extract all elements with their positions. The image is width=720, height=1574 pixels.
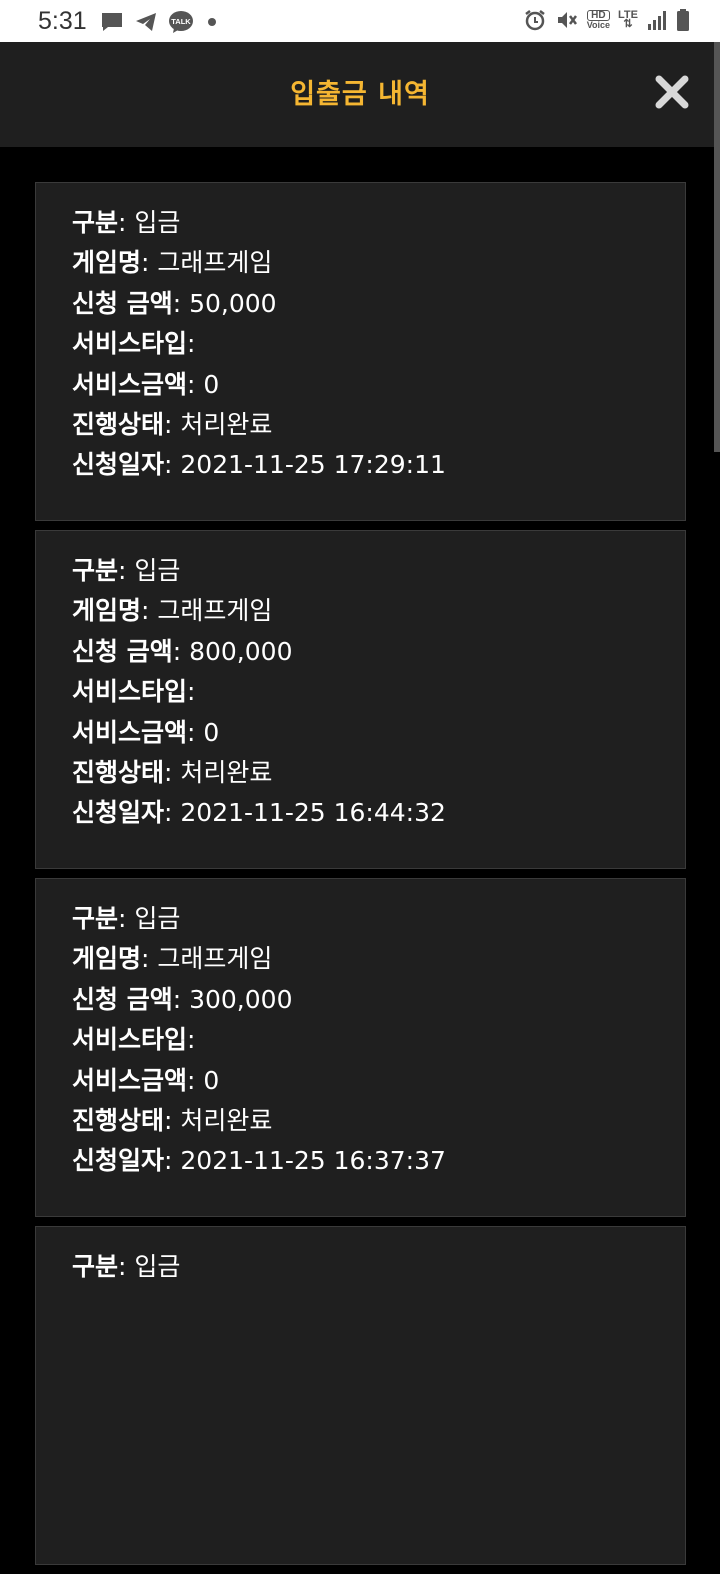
type-row: 구분: 입금 (72, 904, 181, 933)
type-row: 구분: 입금 (72, 1252, 181, 1281)
service-amount-row: 서비스금액: 0 (72, 1065, 220, 1095)
service-amount-row: 서비스금액: 0 (72, 369, 220, 399)
type-row: 구분: 입금 (72, 556, 181, 585)
service-type-row: 서비스타입: (72, 677, 196, 707)
dot-icon (204, 11, 220, 33)
hd-voice-icon: HD Voice (586, 10, 611, 30)
transaction-card: 구분: 입금 게임명: 그래프게임 신청 금액: 800,000 서비스타입: … (35, 530, 686, 869)
status-row: 진행상태: 처리완료 (72, 757, 273, 787)
message-icon (100, 11, 124, 33)
date-row: 신청일자: 2021-11-25 17:29:11 (72, 450, 446, 480)
mute-icon (555, 8, 579, 32)
page-title: 입출금 내역 (290, 79, 430, 110)
scrollbar-thumb[interactable] (714, 42, 720, 452)
status-row: 진행상태: 처리완료 (72, 409, 273, 439)
service-amount-row: 서비스금액: 0 (72, 717, 220, 747)
telegram-icon (134, 11, 158, 33)
transaction-card: 구분: 입금 (35, 1226, 686, 1565)
kakao-label: TALK (171, 17, 191, 26)
alarm-icon (523, 8, 547, 32)
kakaotalk-icon: TALK (168, 10, 194, 34)
status-row: 진행상태: 처리완료 (72, 1105, 273, 1135)
lte-icon: LTE ⇅ (618, 9, 638, 30)
transaction-card: 구분: 입금 게임명: 그래프게임 신청 금액: 300,000 서비스타입: … (35, 878, 686, 1217)
signal-icon (646, 9, 668, 31)
service-type-row: 서비스타입: (72, 1025, 196, 1055)
close-button[interactable] (652, 72, 692, 112)
type-row: 구분: 입금 (72, 208, 181, 237)
transaction-list: 구분: 입금 게임명: 그래프게임 신청 금액: 50,000 서비스타입: 서… (35, 182, 686, 1574)
game-row: 게임명: 그래프게임 (72, 596, 273, 626)
battery-icon (676, 8, 690, 32)
service-type-row: 서비스타입: (72, 329, 196, 359)
amount-row: 신청 금액: 800,000 (72, 636, 293, 666)
amount-row: 신청 금액: 300,000 (72, 984, 293, 1014)
status-time: 5:31 (38, 7, 87, 35)
game-row: 게임명: 그래프게임 (72, 944, 273, 974)
voice-label: Voice (586, 20, 611, 30)
date-row: 신청일자: 2021-11-25 16:44:32 (72, 798, 446, 828)
amount-row: 신청 금액: 50,000 (72, 288, 277, 318)
status-bar: 5:31 TALK HD Voice LTE ⇅ (0, 0, 720, 42)
transaction-card: 구분: 입금 게임명: 그래프게임 신청 금액: 50,000 서비스타입: 서… (35, 182, 686, 521)
date-row: 신청일자: 2021-11-25 16:37:37 (72, 1146, 446, 1176)
close-icon (655, 75, 689, 109)
game-row: 게임명: 그래프게임 (72, 248, 273, 278)
header: 입출금 내역 (0, 42, 720, 147)
